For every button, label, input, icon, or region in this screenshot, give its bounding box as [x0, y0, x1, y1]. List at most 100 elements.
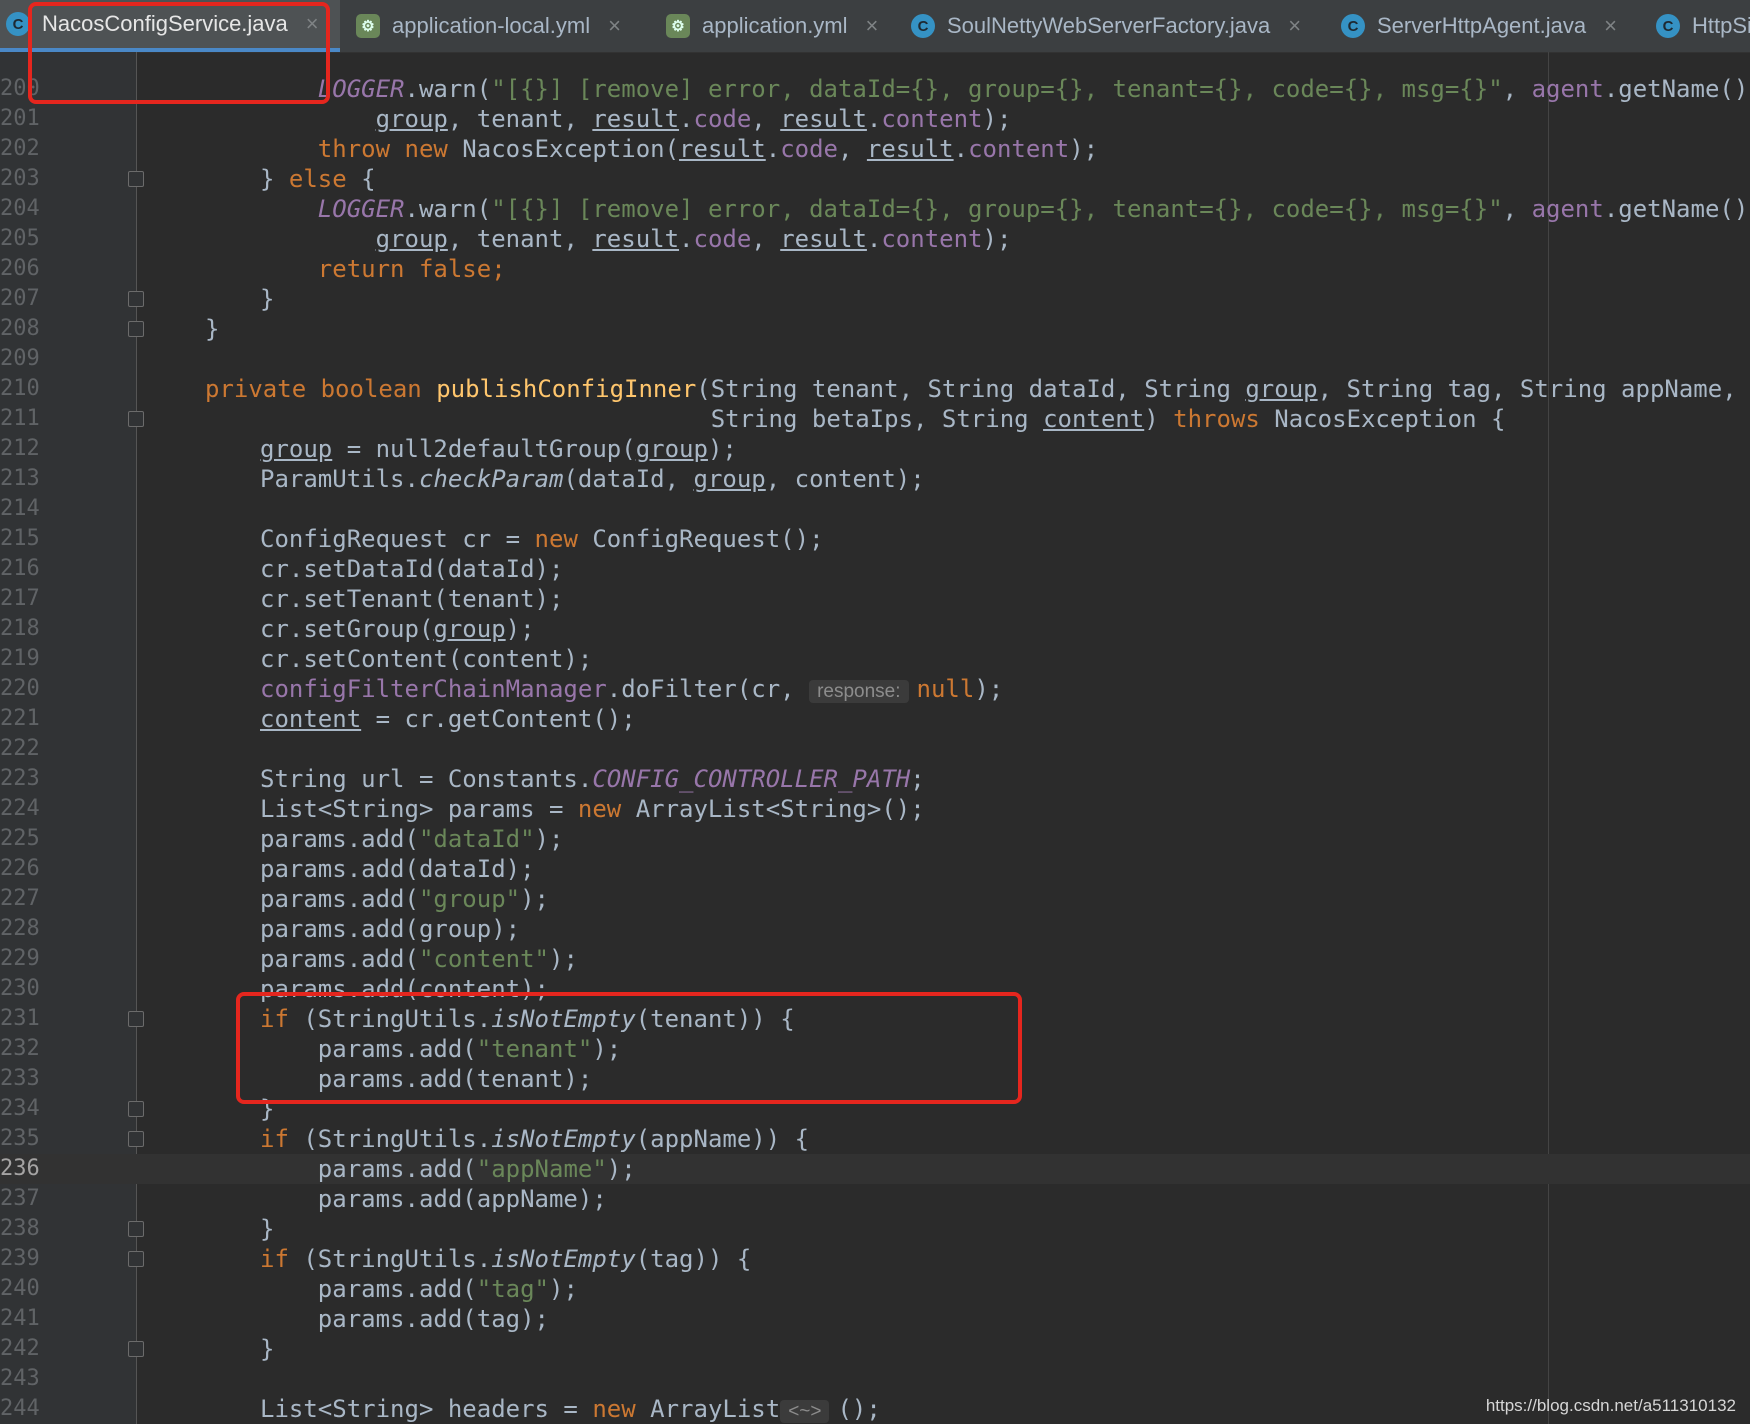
code-line[interactable]: 225 params.add("dataId");: [0, 824, 1750, 854]
fold-marker-icon[interactable]: [128, 1341, 144, 1357]
code-line[interactable]: 213 ParamUtils.checkParam(dataId, group, …: [0, 464, 1750, 494]
fold-marker-icon[interactable]: [128, 1131, 144, 1147]
close-icon[interactable]: ×: [866, 13, 879, 39]
code-token: (appName)) {: [635, 1125, 810, 1153]
line-number: 211: [0, 406, 40, 431]
code-token: }: [260, 165, 289, 193]
code-line[interactable]: 202 throw new NacosException(result.code…: [0, 134, 1750, 164]
code-line[interactable]: 241 params.add(tag);: [0, 1304, 1750, 1334]
code-token: ): [1144, 405, 1174, 433]
code-line[interactable]: 229 params.add("content");: [0, 944, 1750, 974]
line-number: 215: [0, 526, 40, 551]
code-token: result: [592, 105, 680, 133]
code-line[interactable]: 243: [0, 1364, 1750, 1394]
close-icon[interactable]: ×: [608, 13, 621, 39]
code-text: ConfigRequest cr = new ConfigRequest();: [260, 524, 824, 554]
code-line[interactable]: 238}: [0, 1214, 1750, 1244]
code-line[interactable]: 215 ConfigRequest cr = new ConfigRequest(…: [0, 524, 1750, 554]
line-number: 205: [0, 226, 40, 251]
line-number: 204: [0, 196, 40, 221]
fold-marker-icon[interactable]: [128, 1101, 144, 1117]
tab-application-local-yml[interactable]: ⚙ application-local.yml ×: [350, 0, 650, 52]
line-number: 206: [0, 256, 40, 281]
tab-highlight-box: [28, 2, 330, 104]
code-line[interactable]: 216 cr.setDataId(dataId);: [0, 554, 1750, 584]
line-number: 216: [0, 556, 40, 581]
code-text: content = cr.getContent();: [260, 704, 636, 734]
code-line[interactable]: 212 group = null2defaultGroup(group);: [0, 434, 1750, 464]
code-token: group: [693, 465, 766, 493]
tab-serverhttpagent-java[interactable]: C ServerHttpAgent.java ×: [1335, 0, 1640, 52]
tab-soulnettywebserverfactory-java[interactable]: C SoulNettyWebServerFactory.java ×: [905, 0, 1325, 52]
code-editor[interactable]: 200 LOGGER.warn("[{}] [remove] error, da…: [0, 52, 1750, 1424]
code-line[interactable]: 221 content = cr.getContent();: [0, 704, 1750, 734]
code-line[interactable]: 201 group, tenant, result.code, result.c…: [0, 104, 1750, 134]
code-line[interactable]: 236 params.add("appName");: [0, 1154, 1750, 1184]
code-line[interactable]: 203} else {: [0, 164, 1750, 194]
code-token: content: [260, 705, 362, 733]
code-line[interactable]: 242}: [0, 1334, 1750, 1364]
code-line[interactable]: 220 configFilterChainManager.doFilter(cr,…: [0, 674, 1750, 704]
code-line[interactable]: 217 cr.setTenant(tenant);: [0, 584, 1750, 614]
code-token: throw new: [317, 135, 463, 163]
fold-marker-icon[interactable]: [128, 171, 144, 187]
code-line[interactable]: 205 group, tenant, result.code, result.c…: [0, 224, 1750, 254]
code-token: if: [260, 1125, 304, 1153]
code-line[interactable]: 208}: [0, 314, 1750, 344]
fold-marker-icon[interactable]: [128, 411, 144, 427]
code-line[interactable]: 207}: [0, 284, 1750, 314]
tab-httpsi[interactable]: C HttpSi: [1650, 0, 1750, 52]
code-token: );: [1069, 135, 1099, 163]
fold-marker-icon[interactable]: [128, 321, 144, 337]
code-token: params.add(dataId);: [260, 855, 535, 883]
code-token: "dataId": [418, 825, 535, 853]
code-token: NacosException {: [1274, 405, 1506, 433]
code-line[interactable]: 223 String url = Constants.CONFIG_CONTROL…: [0, 764, 1750, 794]
code-line[interactable]: 218 cr.setGroup(group);: [0, 614, 1750, 644]
code-text: String betaIps, String content) throws N…: [205, 404, 1506, 434]
code-token: "content": [418, 945, 549, 973]
code-line[interactable]: 239 if (StringUtils.isNotEmpty(tag)) {: [0, 1244, 1750, 1274]
tab-application-yml[interactable]: ⚙ application.yml ×: [660, 0, 895, 52]
close-icon[interactable]: ×: [1604, 13, 1617, 39]
code-token: }: [260, 1215, 275, 1243]
code-token: String url = Constants.: [260, 765, 593, 793]
close-icon[interactable]: ×: [1288, 13, 1301, 39]
line-number: 208: [0, 316, 40, 341]
code-token: .warn(: [404, 75, 492, 103]
line-number: 207: [0, 286, 40, 311]
code-line[interactable]: 222: [0, 734, 1750, 764]
code-line[interactable]: 237 params.add(appName);: [0, 1184, 1750, 1214]
code-line[interactable]: 211 String betaIps, String content) thro…: [0, 404, 1750, 434]
code-line[interactable]: 228 params.add(group);: [0, 914, 1750, 944]
code-line[interactable]: 210 private boolean publishConfigInner(St…: [0, 374, 1750, 404]
fold-marker-icon[interactable]: [128, 1221, 144, 1237]
code-line[interactable]: 227 params.add("group");: [0, 884, 1750, 914]
code-line[interactable]: 204 LOGGER.warn("[{}] [remove] error, da…: [0, 194, 1750, 224]
fold-marker-icon[interactable]: [128, 291, 144, 307]
java-class-icon: C: [1656, 14, 1680, 38]
code-line[interactable]: 209: [0, 344, 1750, 374]
code-line[interactable]: 224 List<String> params = new ArrayList<S…: [0, 794, 1750, 824]
line-number: 217: [0, 586, 40, 611]
fold-marker-icon[interactable]: [128, 1251, 144, 1267]
code-line[interactable]: 235 if (StringUtils.isNotEmpty(appName)) …: [0, 1124, 1750, 1154]
code-line[interactable]: 240 params.add("tag");: [0, 1274, 1750, 1304]
line-number: 221: [0, 706, 40, 731]
code-token: ();: [837, 1395, 881, 1423]
code-token: List<String> params =: [260, 795, 578, 823]
code-line[interactable]: 219 cr.setContent(content);: [0, 644, 1750, 674]
line-number: 202: [0, 136, 40, 161]
line-number: 220: [0, 676, 40, 701]
code-token: "tag": [476, 1275, 549, 1303]
code-token: .: [765, 135, 781, 163]
code-token: group: [635, 435, 708, 463]
code-line[interactable]: 214: [0, 494, 1750, 524]
code-line[interactable]: 226 params.add(dataId);: [0, 854, 1750, 884]
fold-marker-icon[interactable]: [128, 1011, 144, 1027]
code-highlight-box: [236, 992, 1022, 1104]
code-text: params.add(group);: [260, 914, 520, 944]
code-line[interactable]: 206 return false;: [0, 254, 1750, 284]
code-token: content: [881, 225, 983, 253]
